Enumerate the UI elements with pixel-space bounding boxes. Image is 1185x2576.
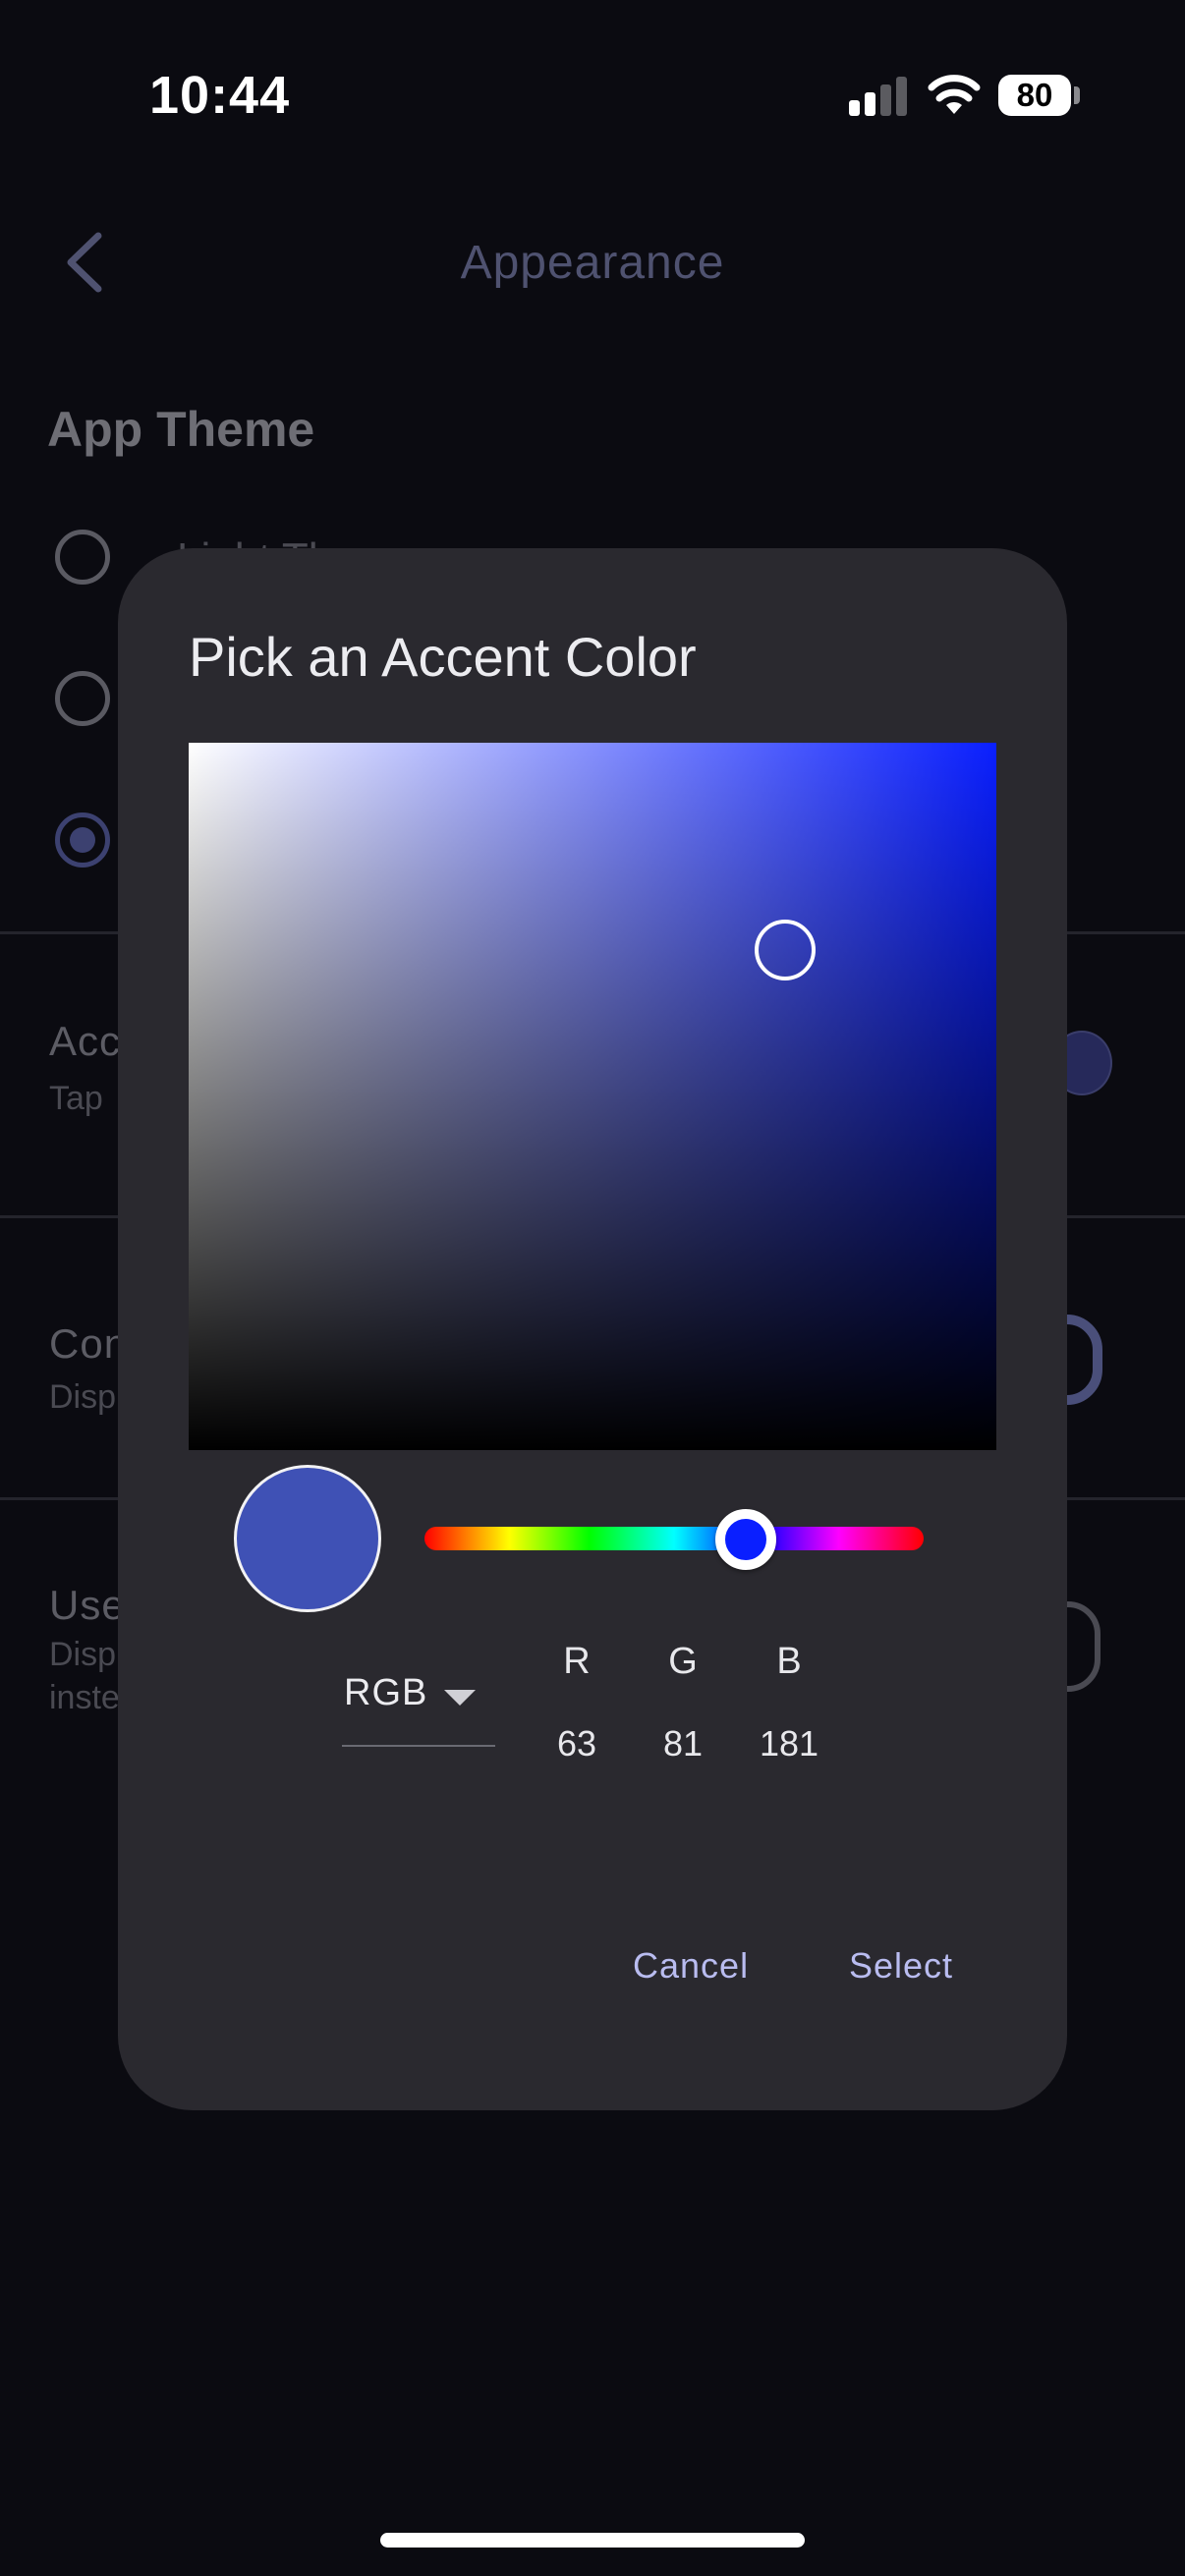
accent-color-row-subtitle: Tap: [49, 1080, 103, 1117]
theme-radio-2[interactable]: [55, 671, 110, 726]
setting-row-title[interactable]: Con: [49, 1320, 128, 1368]
color-mode-dropdown[interactable]: RGB: [342, 1668, 495, 1747]
theme-radio-3[interactable]: [55, 812, 110, 868]
channel-r-value[interactable]: 63: [533, 1723, 621, 1764]
accent-color-row-title[interactable]: Acc: [49, 1018, 121, 1065]
setting-row-subtitle: Disp inste: [49, 1636, 120, 1716]
app-theme-title: App Theme: [47, 402, 315, 457]
channel-r-label: R: [563, 1641, 591, 1682]
battery-nub: [1074, 86, 1080, 104]
selected-color-swatch: [234, 1465, 381, 1612]
page-title: Appearance: [460, 237, 725, 289]
saturation-value-handle[interactable]: [755, 920, 816, 980]
saturation-value-picker[interactable]: [189, 743, 996, 1450]
channel-g-label: G: [668, 1641, 698, 1682]
cancel-button[interactable]: Cancel: [633, 1945, 749, 1987]
channel-b-value[interactable]: 181: [745, 1723, 833, 1764]
hue-slider-thumb[interactable]: [715, 1509, 776, 1570]
hue-slider[interactable]: [424, 1527, 924, 1550]
signal-icon: [849, 77, 908, 116]
dialog-title: Pick an Accent Color: [189, 626, 697, 688]
channel-b-label: B: [776, 1641, 802, 1682]
theme-radio-1[interactable]: [55, 530, 110, 585]
color-picker-dialog: Pick an Accent Color RGB R G B 63 81 181…: [118, 548, 1067, 2110]
caret-down-icon: [444, 1690, 476, 1706]
battery-icon: 80: [998, 75, 1071, 116]
channel-g-value[interactable]: 81: [639, 1723, 727, 1764]
wifi-icon: [928, 75, 981, 114]
home-indicator[interactable]: [380, 2533, 805, 2548]
status-bar: 10:44 80: [0, 0, 1185, 187]
setting-row-title[interactable]: Use: [49, 1582, 126, 1629]
status-time: 10:44: [149, 66, 291, 125]
select-button[interactable]: Select: [849, 1945, 953, 1987]
color-mode-label: RGB: [344, 1672, 428, 1713]
setting-row-subtitle: Disp: [49, 1378, 117, 1416]
